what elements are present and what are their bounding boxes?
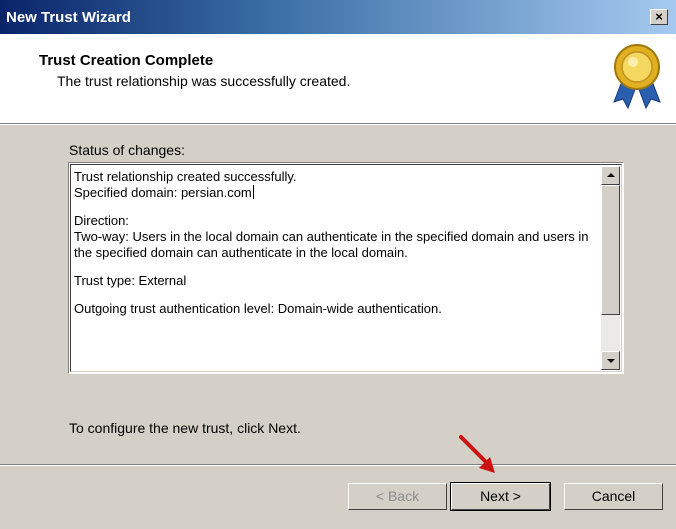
status-textbox[interactable]: Trust relationship created successfully.… <box>68 162 624 374</box>
red-annotation-arrow-icon <box>459 435 495 473</box>
scroll-up-button[interactable] <box>601 166 620 185</box>
status-line: Trust type: External <box>74 273 187 288</box>
status-line: Two-way: Users in the local domain can a… <box>74 229 589 260</box>
back-button[interactable]: < Back <box>348 483 447 510</box>
status-textbox-inner: Trust relationship created successfully.… <box>70 164 622 372</box>
status-line: Direction: <box>74 213 129 228</box>
cancel-button[interactable]: Cancel <box>564 483 663 510</box>
text-caret <box>252 185 254 199</box>
status-text: Trust relationship created successfully.… <box>74 169 598 329</box>
instruction-text: To configure the new trust, click Next. <box>69 420 301 436</box>
close-button[interactable]: × <box>650 9 668 25</box>
status-label: Status of changes: <box>69 142 185 158</box>
certificate-ribbon-icon <box>613 44 661 110</box>
arrow-up-icon <box>607 173 615 177</box>
scroll-down-button[interactable] <box>601 351 620 370</box>
footer-divider <box>0 464 676 466</box>
next-button[interactable]: Next > <box>450 482 551 511</box>
new-trust-wizard-dialog: New Trust Wizard × Trust Creation Comple… <box>0 0 676 529</box>
window-title: New Trust Wizard <box>6 9 131 26</box>
page-subtitle: The trust relationship was successfully … <box>57 73 351 89</box>
vertical-scrollbar[interactable] <box>601 166 620 370</box>
status-line: Outgoing trust authentication level: Dom… <box>74 301 442 316</box>
page-title: Trust Creation Complete <box>39 52 214 69</box>
status-line: Specified domain: persian.com <box>74 185 252 200</box>
status-line: Trust relationship created successfully. <box>74 169 297 184</box>
arrow-down-icon <box>607 359 615 363</box>
scroll-thumb[interactable] <box>601 185 620 315</box>
wizard-header: Trust Creation Complete The trust relati… <box>0 34 676 123</box>
title-bar[interactable]: New Trust Wizard × <box>0 0 676 34</box>
header-divider <box>0 123 676 125</box>
